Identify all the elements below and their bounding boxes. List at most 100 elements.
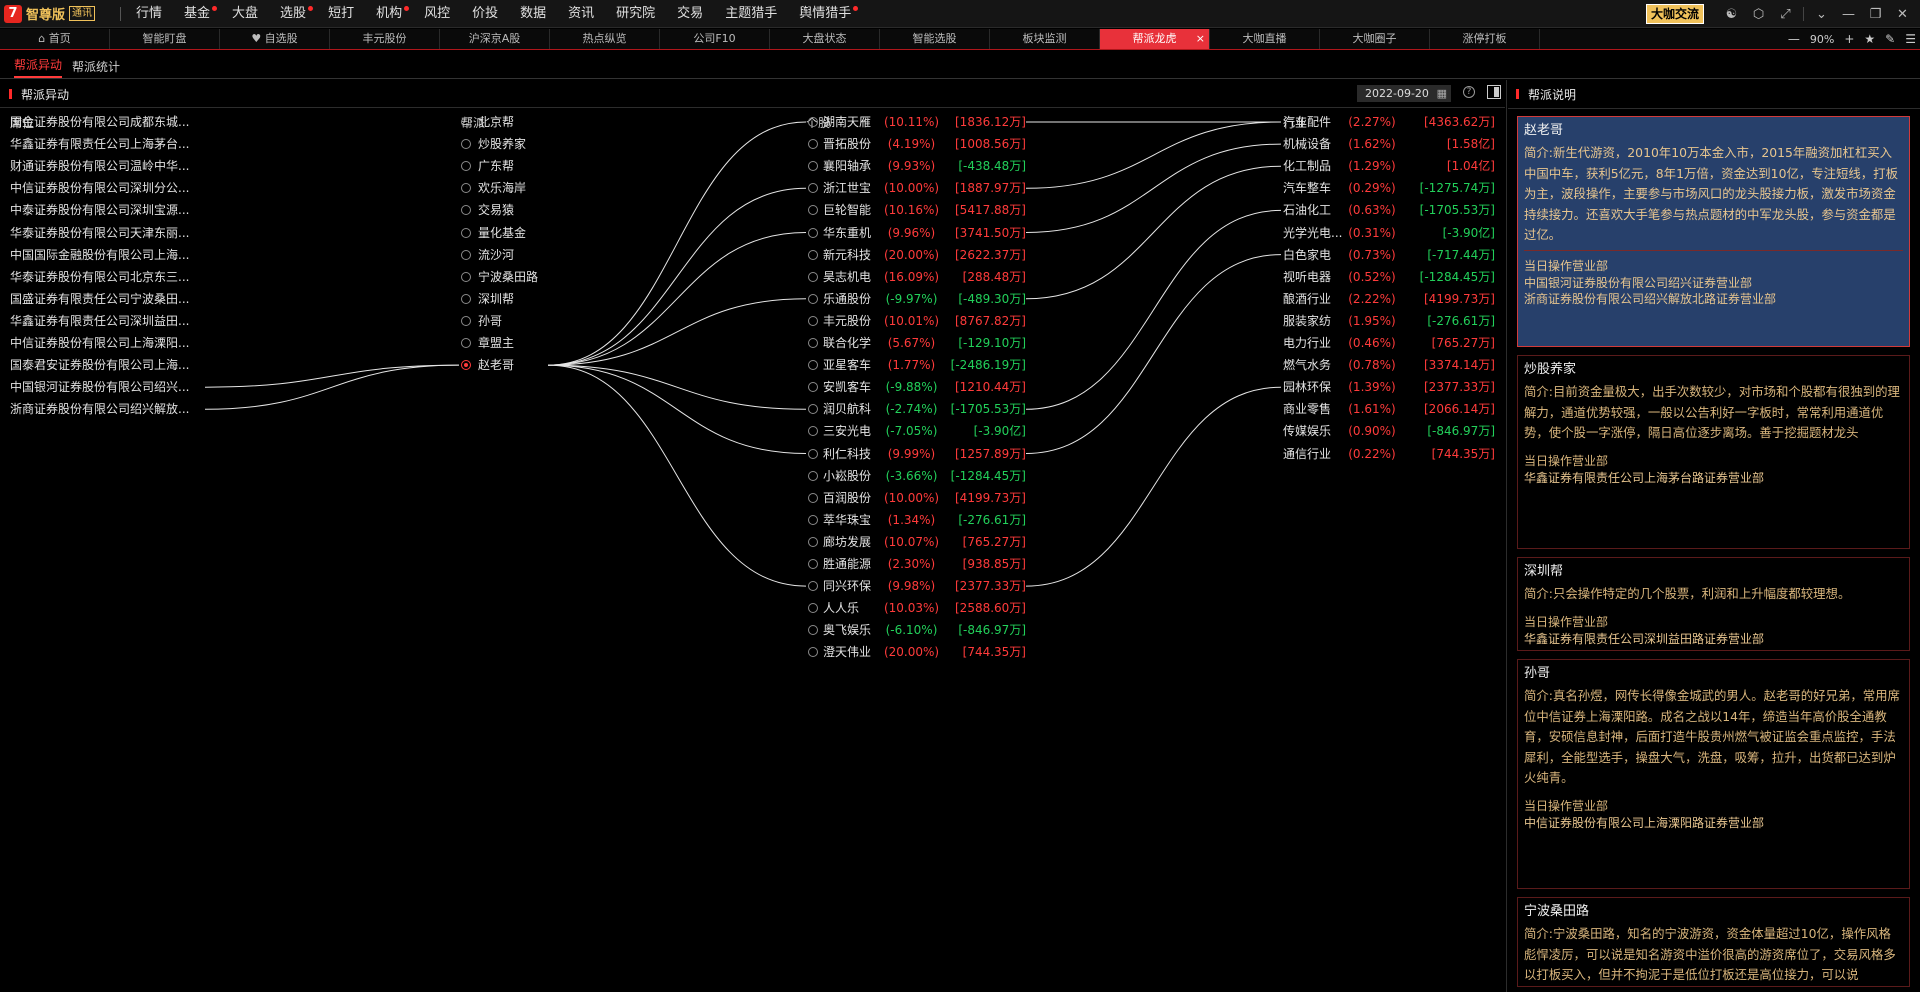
radio-icon[interactable] bbox=[808, 293, 818, 304]
menu-item[interactable]: 机构 bbox=[367, 0, 415, 28]
radio-icon[interactable] bbox=[808, 581, 818, 592]
menu-icon[interactable]: ☰ bbox=[1905, 32, 1916, 46]
radio-icon[interactable] bbox=[808, 603, 818, 614]
faction-card[interactable]: 宁波桑田路 简介:宁波桑田路，知名的宁波游资，资金体量超过10亿，操作风格彪悍凌厉… bbox=[1517, 897, 1910, 987]
radio-icon[interactable] bbox=[461, 293, 471, 304]
radio-icon[interactable] bbox=[808, 559, 818, 569]
seat-item[interactable]: 中信证券股份有限公司上海溧阳... bbox=[10, 335, 189, 351]
industry-item[interactable]: 视听电器 (0.52%) [-1284.45万] bbox=[1283, 269, 1495, 285]
stock-item[interactable]: 利仁科技 (9.99%) [1257.89万] bbox=[806, 446, 1026, 462]
menu-item[interactable]: 舆情猎手 bbox=[790, 0, 864, 28]
subtab-item[interactable]: 帮派异动 bbox=[14, 56, 63, 78]
date-picker[interactable]: 2022-09-20 ▦ bbox=[1357, 85, 1451, 102]
stock-item[interactable]: 亚星客车 (1.77%) [-2486.19万] bbox=[806, 357, 1026, 373]
industry-item[interactable]: 汽车整车 (0.29%) [-1275.74万] bbox=[1283, 180, 1495, 196]
tab-item[interactable]: 涨停打板 bbox=[1430, 29, 1540, 49]
shrink-icon[interactable]: ⤢ bbox=[1772, 7, 1799, 22]
stock-item[interactable]: 三安光电 (-7.05%) [-3.90亿] bbox=[806, 423, 1026, 439]
menu-item[interactable]: 风控 bbox=[415, 0, 463, 28]
industry-item[interactable]: 传媒娱乐 (0.90%) [-846.97万] bbox=[1283, 423, 1495, 439]
seat-item[interactable]: 中国银河证券股份有限公司绍兴... bbox=[10, 379, 189, 395]
stock-item[interactable]: 新元科技 (20.00%) [2622.37万] bbox=[806, 247, 1026, 263]
tab-item[interactable]: 智能选股 bbox=[880, 29, 990, 49]
seat-item[interactable]: 浙商证券股份有限公司绍兴解放... bbox=[10, 401, 189, 417]
radio-icon[interactable] bbox=[808, 426, 818, 437]
faction-card[interactable]: 赵老哥 简介:新生代游资，2010年10万本金入市，2015年融资加杠杠买入中国中… bbox=[1517, 116, 1910, 347]
radio-icon[interactable] bbox=[808, 625, 818, 636]
stock-item[interactable]: 廊坊发展 (10.07%) [765.27万] bbox=[806, 534, 1026, 550]
zoom-out-icon[interactable]: — bbox=[1788, 32, 1800, 46]
faction-item[interactable]: 宁波桑田路 bbox=[461, 269, 538, 285]
radio-icon[interactable] bbox=[808, 382, 818, 393]
tab-item[interactable]: 帮派龙虎 × bbox=[1100, 29, 1210, 49]
faction-card[interactable]: 炒股养家 简介:目前资金量极大，出手次数较少，对市场和个股都有很独到的理解力，通道… bbox=[1517, 355, 1910, 549]
stock-item[interactable]: 湖南天雁 (10.11%) [1836.12万] bbox=[806, 114, 1026, 130]
stock-item[interactable]: 巨轮智能 (10.16%) [5417.88万] bbox=[806, 202, 1026, 218]
faction-item[interactable]: 炒股养家 bbox=[461, 136, 526, 152]
radio-icon[interactable] bbox=[808, 338, 818, 348]
faction-item[interactable]: 交易猿 bbox=[461, 202, 514, 218]
seat-item[interactable]: 华鑫证券有限责任公司上海茅台... bbox=[10, 136, 189, 152]
radio-icon[interactable] bbox=[461, 161, 471, 172]
radio-icon[interactable] bbox=[808, 227, 818, 238]
radio-icon[interactable] bbox=[808, 536, 818, 547]
industry-item[interactable]: 机械设备 (1.62%) [1.58亿] bbox=[1283, 136, 1495, 152]
calendar-icon[interactable]: ▦ bbox=[1437, 85, 1447, 102]
subtab-item[interactable]: 帮派统计 bbox=[72, 58, 120, 78]
industry-item[interactable]: 燃气水务 (0.78%) [3374.14万] bbox=[1283, 357, 1495, 373]
faction-item[interactable]: 广东帮 bbox=[461, 158, 514, 174]
radio-icon[interactable] bbox=[461, 117, 471, 127]
radio-icon[interactable] bbox=[808, 448, 818, 459]
faction-item[interactable]: 欢乐海岸 bbox=[461, 180, 526, 196]
menu-item[interactable]: 研究院 bbox=[607, 0, 668, 28]
dropdown-icon[interactable]: ⌄ bbox=[1808, 7, 1835, 22]
radio-icon[interactable] bbox=[808, 183, 818, 194]
radio-icon[interactable] bbox=[808, 249, 818, 260]
radio-icon[interactable] bbox=[461, 183, 471, 194]
radio-icon[interactable] bbox=[461, 249, 471, 260]
stock-item[interactable]: 丰元股份 (10.01%) [8767.82万] bbox=[806, 313, 1026, 329]
card-seat-item[interactable]: 中信证券股份有限公司上海溧阳路证券营业部 bbox=[1524, 815, 1903, 831]
seat-item[interactable]: 国泰君安证券股份有限公司上海... bbox=[10, 357, 189, 373]
seat-item[interactable]: 中泰证券股份有限公司深圳宝源... bbox=[10, 202, 189, 218]
radio-icon[interactable] bbox=[461, 227, 471, 238]
menu-item[interactable]: 交易 bbox=[668, 0, 716, 28]
seat-item[interactable]: 中信证券股份有限公司深圳分公... bbox=[10, 180, 189, 196]
stock-item[interactable]: 人人乐 (10.03%) [2588.60万] bbox=[806, 600, 1026, 616]
menu-item[interactable]: 数据 bbox=[511, 0, 559, 28]
faction-item[interactable]: 孙哥 bbox=[461, 313, 502, 329]
stock-item[interactable]: 乐通股份 (-9.97%) [-489.30万] bbox=[806, 291, 1026, 307]
industry-item[interactable]: 白色家电 (0.73%) [-717.44万] bbox=[1283, 247, 1495, 263]
menu-item[interactable]: 选股 bbox=[271, 0, 319, 28]
faction-item[interactable]: 流沙河 bbox=[461, 247, 514, 263]
stock-item[interactable]: 联合化学 (5.67%) [-129.10万] bbox=[806, 335, 1026, 351]
industry-item[interactable]: 园林环保 (1.39%) [2377.33万] bbox=[1283, 379, 1495, 395]
faction-item[interactable]: 北京帮 bbox=[461, 114, 514, 130]
star-icon[interactable]: ★ bbox=[1864, 32, 1875, 46]
tab-item[interactable]: 公司F10 bbox=[660, 29, 770, 49]
stock-item[interactable]: 晋拓股份 (4.19%) [1008.56万] bbox=[806, 136, 1026, 152]
radio-icon[interactable] bbox=[808, 139, 818, 150]
seat-item[interactable]: 华泰证券股份有限公司北京东三... bbox=[10, 269, 189, 285]
industry-item[interactable]: 石油化工 (0.63%) [-1705.53万] bbox=[1283, 202, 1495, 218]
seat-item[interactable]: 财通证券股份有限公司温岭中华... bbox=[10, 158, 189, 174]
radio-icon[interactable] bbox=[808, 470, 818, 481]
zoom-in-icon[interactable]: + bbox=[1844, 32, 1854, 46]
tab-item[interactable]: 大咖圈子 bbox=[1320, 29, 1430, 49]
industry-item[interactable]: 服装家纺 (1.95%) [-276.61万] bbox=[1283, 313, 1495, 329]
faction-item[interactable]: 深圳帮 bbox=[461, 291, 514, 307]
radio-icon[interactable] bbox=[808, 271, 818, 282]
radio-icon[interactable] bbox=[808, 492, 818, 503]
tab-item[interactable]: 热点纵览 bbox=[550, 29, 660, 49]
radio-icon[interactable] bbox=[461, 139, 471, 150]
close-icon[interactable]: ✕ bbox=[1889, 7, 1916, 22]
edit-icon[interactable]: ✎ bbox=[1885, 32, 1895, 46]
vip-exchange-button[interactable]: 大咖交流 bbox=[1645, 4, 1704, 24]
menu-item[interactable]: 行情 bbox=[127, 0, 175, 28]
industry-item[interactable]: 酿酒行业 (2.22%) [4199.73万] bbox=[1283, 291, 1495, 307]
stock-item[interactable]: 安凯客车 (-9.88%) [1210.44万] bbox=[806, 379, 1026, 395]
tab-item[interactable]: ♥ 自选股 bbox=[220, 29, 330, 49]
seat-item[interactable]: 国盛证券有限责任公司宁波桑田... bbox=[10, 291, 189, 307]
stock-item[interactable]: 润贝航科 (-2.74%) [-1705.53万] bbox=[806, 401, 1026, 417]
faction-item[interactable]: 量化基金 bbox=[461, 225, 526, 241]
